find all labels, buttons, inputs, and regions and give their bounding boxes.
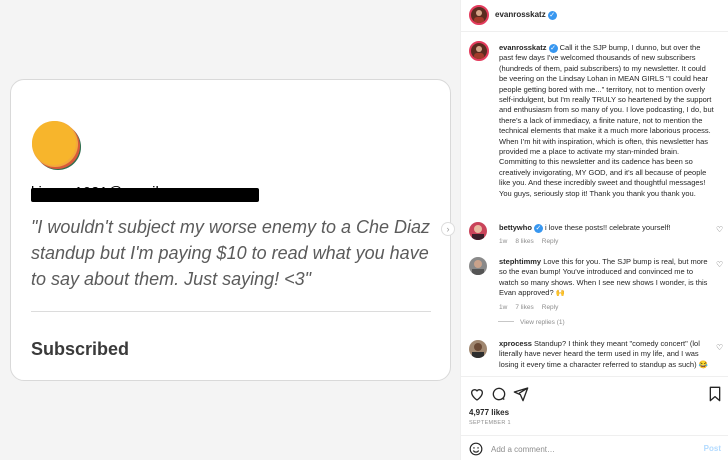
verified-badge-icon: ✓ [548,44,558,53]
comment-icon[interactable] [491,386,507,402]
post-date: SEPTEMBER 1 [469,420,511,426]
likes-count[interactable]: 4,977 likes [469,408,509,417]
heart-icon[interactable] [469,386,485,402]
comment-username[interactable]: xprocess [499,339,532,348]
comment-meta: 1w 7 likes Reply [499,303,714,313]
post-side-panel: evanrosskatz ✓ evanrosskatz ✓ Call it the … [460,0,728,460]
comment-avatar-xprocess[interactable] [469,340,487,358]
comment-avatar-bettywho[interactable] [469,222,487,240]
verified-badge-icon: ✓ [533,224,543,233]
comment-meta: 1w 8 likes Reply [499,237,714,247]
comment-age: 1w [499,303,508,311]
redacted-email: l.jones1021@gmail.com [31,184,259,204]
redaction-bar [31,188,259,202]
comment-avatar-stephtimmy[interactable] [469,257,487,275]
comment-item: bettywho ✓ i love these posts!! celebrate… [499,223,714,248]
comments-scroll[interactable]: evanrosskatz ✓ Call it the SJP bump, I du… [461,33,728,375]
post-comment-button[interactable]: Post [704,444,721,453]
comment-reply-button[interactable]: Reply [542,304,559,311]
caption-username[interactable]: evanrosskatz [499,43,547,52]
bookmark-icon[interactable] [707,386,723,402]
comment-like-heart-icon[interactable]: ♡ [716,343,723,352]
replies-line [498,321,514,322]
newsletter-card: l.jones1021@gmail.com "I wouldn't subjec… [10,79,451,381]
author-avatar[interactable] [469,5,489,25]
subscriber-quote: "I wouldn't subject my worse enemy to a … [31,217,430,289]
comment-reply-button[interactable]: Reply [542,238,559,245]
comment-text: i love these posts!! celebrate yourself! [545,223,671,232]
divider [31,311,431,312]
share-icon[interactable] [513,386,529,402]
comment-likes[interactable]: 8 likes [515,238,533,245]
comment-age: 1w [499,238,508,246]
caption-avatar[interactable] [469,41,489,61]
comment-item: xprocess Standup? I think they meant "co… [499,339,714,370]
verified-badge-icon: ✓ [547,11,557,20]
caption-text: Call it the SJP bump, I dunno, but over … [499,43,714,198]
emoji-icon[interactable] [469,442,483,456]
post-header: evanrosskatz ✓ [461,0,728,32]
comment-item: stephtimmy Love this for you. The SJP bu… [499,257,714,313]
add-comment-bar: Post [461,435,728,460]
subscriber-avatar [32,121,81,170]
post-media: l.jones1021@gmail.com "I wouldn't subjec… [0,0,460,460]
subscribed-label: Subscribed [31,339,130,359]
caption: evanrosskatz ✓ Call it the SJP bump, I du… [499,43,714,199]
comment-like-heart-icon[interactable]: ♡ [716,225,723,234]
post-actions: 4,977 likes SEPTEMBER 1 Post [461,376,728,460]
comment-like-heart-icon[interactable]: ♡ [716,260,723,269]
add-comment-input[interactable] [491,442,691,456]
comment-username[interactable]: stephtimmy [499,257,541,266]
comment-likes[interactable]: 7 likes [515,304,533,311]
comment-username[interactable]: bettywho [499,223,532,232]
view-replies-button[interactable]: View replies (1) [498,319,565,326]
next-media-button[interactable]: › [441,222,455,236]
author-username[interactable]: evanrosskatz ✓ [495,10,557,20]
